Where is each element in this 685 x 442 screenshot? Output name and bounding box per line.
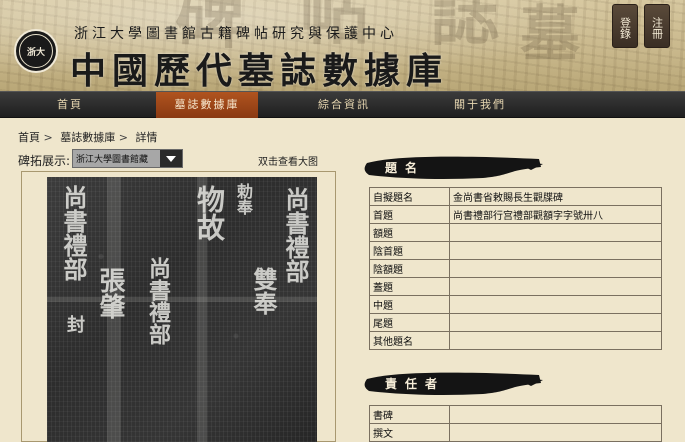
rubbing-image[interactable]: 尚書禮部 張肇 封 勅奉 物故 雙奉 尚書禮部 尚書禮部 bbox=[47, 177, 317, 442]
nav-item-news[interactable]: 綜合資訊 bbox=[296, 92, 392, 118]
field-label: 陰首題 bbox=[369, 241, 450, 260]
field-label: 蓋題 bbox=[369, 277, 450, 296]
field-label: 其他題名 bbox=[369, 331, 450, 350]
responsible-table: 書碑 撰文 bbox=[369, 405, 662, 442]
field-label: 首題 bbox=[369, 205, 450, 224]
inscription-column: 尚書禮部 bbox=[281, 187, 310, 283]
field-value bbox=[449, 259, 662, 278]
table-row: 陰首題 bbox=[369, 241, 662, 260]
field-value bbox=[449, 423, 662, 442]
table-row: 額題 bbox=[369, 223, 662, 242]
table-row: 中題 bbox=[369, 295, 662, 314]
field-label: 陰額題 bbox=[369, 259, 450, 278]
responsible-section-label: 責任者 bbox=[385, 377, 446, 391]
table-row: 其他題名 bbox=[369, 331, 662, 350]
field-label: 自擬題名 bbox=[369, 187, 450, 206]
table-row: 陰額題 bbox=[369, 259, 662, 278]
register-button[interactable]: 注冊 bbox=[644, 4, 670, 48]
rubbing-display-label: 碑拓展示: bbox=[18, 154, 71, 168]
main-nav: 首頁 墓誌數據庫 綜合資訊 關于我們 bbox=[0, 91, 685, 118]
field-value bbox=[449, 241, 662, 260]
table-row: 蓋題 bbox=[369, 277, 662, 296]
table-row: 書碑 bbox=[369, 405, 662, 424]
responsible-section-header: 責任者 bbox=[363, 369, 543, 397]
university-logo[interactable]: 浙大 bbox=[14, 29, 58, 73]
breadcrumb: 首頁 > 墓誌數據庫 > 詳情 bbox=[18, 129, 161, 145]
zoom-hint-link[interactable]: 双击查看大图 bbox=[258, 153, 318, 168]
field-value bbox=[449, 223, 662, 242]
table-row: 自擬題名 金尚書省敕賜長生觀牒碑 bbox=[369, 187, 662, 206]
banner-texture: 墓 bbox=[520, 0, 580, 70]
nav-item-about[interactable]: 關于我們 bbox=[432, 92, 528, 118]
table-row: 撰文 bbox=[369, 423, 662, 442]
nav-item-epitaph-database[interactable]: 墓誌數據庫 bbox=[156, 92, 258, 118]
inscription-column: 封 bbox=[64, 315, 85, 333]
title-table: 自擬題名 金尚書省敕賜長生觀牒碑 首題 尚書禮部行宫禮部觀額字字號卅八 額題 陰首題 陰額題… bbox=[369, 187, 662, 350]
title-section-header: 題名 bbox=[363, 153, 543, 181]
site-title: 中國歷代墓誌數據庫 bbox=[70, 50, 449, 91]
inscription-column: 尚書禮部 bbox=[59, 185, 88, 281]
inscription-column: 勅奉 bbox=[234, 183, 253, 215]
field-label: 中題 bbox=[369, 295, 450, 314]
field-label: 書碑 bbox=[369, 405, 450, 424]
field-label: 尾題 bbox=[369, 313, 450, 332]
table-row: 首題 尚書禮部行宫禮部觀額字字號卅八 bbox=[369, 205, 662, 224]
rubbing-source-value: 浙江大學圖書館藏 bbox=[76, 155, 149, 165]
logo-emblem: 浙大 bbox=[19, 34, 53, 68]
field-value bbox=[449, 295, 662, 314]
field-label: 額題 bbox=[369, 223, 450, 242]
inscription-column: 張肇 bbox=[95, 267, 125, 319]
field-value bbox=[449, 331, 662, 350]
field-value bbox=[449, 405, 662, 424]
logo-text: 浙大 bbox=[26, 47, 45, 58]
field-label: 撰文 bbox=[369, 423, 450, 442]
title-section-label: 題名 bbox=[385, 161, 426, 175]
inscription-column: 物故 bbox=[193, 185, 226, 241]
nav-item-home[interactable]: 首頁 bbox=[22, 92, 118, 118]
field-value: 金尚書省敕賜長生觀牒碑 bbox=[449, 187, 662, 206]
inscription-column: 雙奉 bbox=[249, 267, 278, 315]
table-row: 尾題 bbox=[369, 313, 662, 332]
site-subtitle: 浙江大學圖書館古籍碑帖研究與保護中心 bbox=[74, 26, 398, 42]
breadcrumb-separator: > bbox=[43, 131, 53, 144]
chevron-down-icon[interactable] bbox=[160, 150, 182, 167]
breadcrumb-home[interactable]: 首頁 bbox=[18, 131, 40, 144]
field-value bbox=[449, 313, 662, 332]
breadcrumb-current: 詳情 bbox=[135, 131, 158, 144]
inscription-column: 尚書禮部 bbox=[145, 257, 171, 345]
field-value: 尚書禮部行宫禮部觀額字字號卅八 bbox=[449, 205, 662, 224]
login-button[interactable]: 登錄 bbox=[612, 4, 638, 48]
field-value bbox=[449, 277, 662, 296]
breadcrumb-separator: > bbox=[118, 131, 128, 144]
site-banner: 碑 帖 誌 墓 浙大 浙江大學圖書館古籍碑帖研究與保護中心 中國歷代墓誌數據庫 … bbox=[0, 0, 685, 91]
breadcrumb-database[interactable]: 墓誌數據庫 bbox=[60, 131, 115, 144]
rubbing-source-select[interactable]: 浙江大學圖書館藏 bbox=[72, 149, 183, 168]
